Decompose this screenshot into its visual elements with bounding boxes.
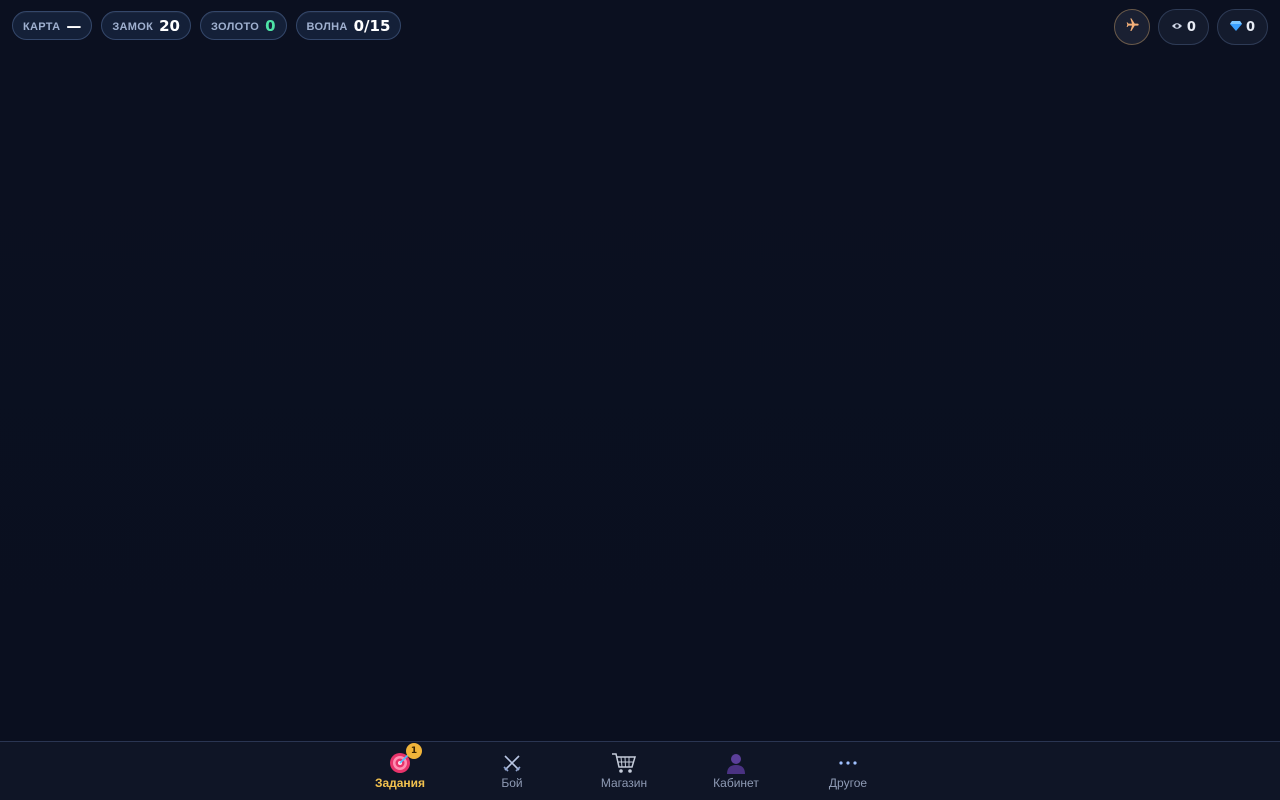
castle-stat: ЗАМОК 20 <box>101 11 191 40</box>
eye-icon <box>1171 18 1183 36</box>
nav-label-cabinet: Кабинет <box>713 776 759 790</box>
gem-currency-value: 0 <box>1245 19 1255 35</box>
eye-currency-value: 0 <box>1186 19 1196 35</box>
airplane-icon <box>1124 17 1140 38</box>
cart-icon <box>611 751 637 775</box>
gold-stat: ЗОЛОТО 0 <box>199 11 287 40</box>
gem-currency[interactable]: 0 <box>1216 9 1268 45</box>
nav-label-battle: Бой <box>501 776 523 790</box>
nav-item-other[interactable]: Другое <box>792 742 904 800</box>
map-stat-label: КАРТА <box>23 20 61 33</box>
game-screen: КАРТА — ЗАМОК 20 ЗОЛОТО 0 ВОЛНА 0/15 0 0… <box>0 0 1280 800</box>
gold-stat-label: ЗОЛОТО <box>210 20 260 33</box>
map-stat-value: — <box>66 16 82 35</box>
hud-right: 0 0 <box>1113 9 1268 45</box>
nav-label-other: Другое <box>828 776 868 790</box>
map-stat: КАРТА — <box>12 11 93 40</box>
user-icon <box>723 751 749 775</box>
gem-icon <box>1229 18 1242 36</box>
hud-stats: КАРТА — ЗАМОК 20 ЗОЛОТО 0 ВОЛНА 0/15 <box>12 11 402 40</box>
eye-currency[interactable]: 0 <box>1157 9 1209 45</box>
target-icon: 1 <box>387 743 422 775</box>
flight-button[interactable] <box>1113 9 1150 45</box>
castle-stat-label: ЗАМОК <box>112 20 154 33</box>
wave-stat: ВОЛНА 0/15 <box>295 11 402 40</box>
crossed-swords-icon <box>499 751 525 775</box>
castle-stat-value: 20 <box>159 16 180 35</box>
more-icon <box>835 751 861 775</box>
tasks-badge: 1 <box>406 743 422 759</box>
nav-label-tasks: Задания <box>374 776 426 790</box>
nav-item-battle[interactable]: Бой <box>456 742 568 800</box>
wave-stat-value: 0/15 <box>353 16 391 35</box>
nav-item-shop[interactable]: Магазин <box>568 742 680 800</box>
wave-stat-label: ВОЛНА <box>306 20 348 33</box>
bottom-nav: 1 Задания Бой Магазин Кабинет Другое <box>0 741 1280 800</box>
gold-stat-value: 0 <box>265 16 276 35</box>
nav-item-tasks[interactable]: 1 Задания <box>344 742 456 800</box>
nav-label-shop: Магазин <box>600 776 648 790</box>
nav-item-cabinet[interactable]: Кабинет <box>680 742 792 800</box>
